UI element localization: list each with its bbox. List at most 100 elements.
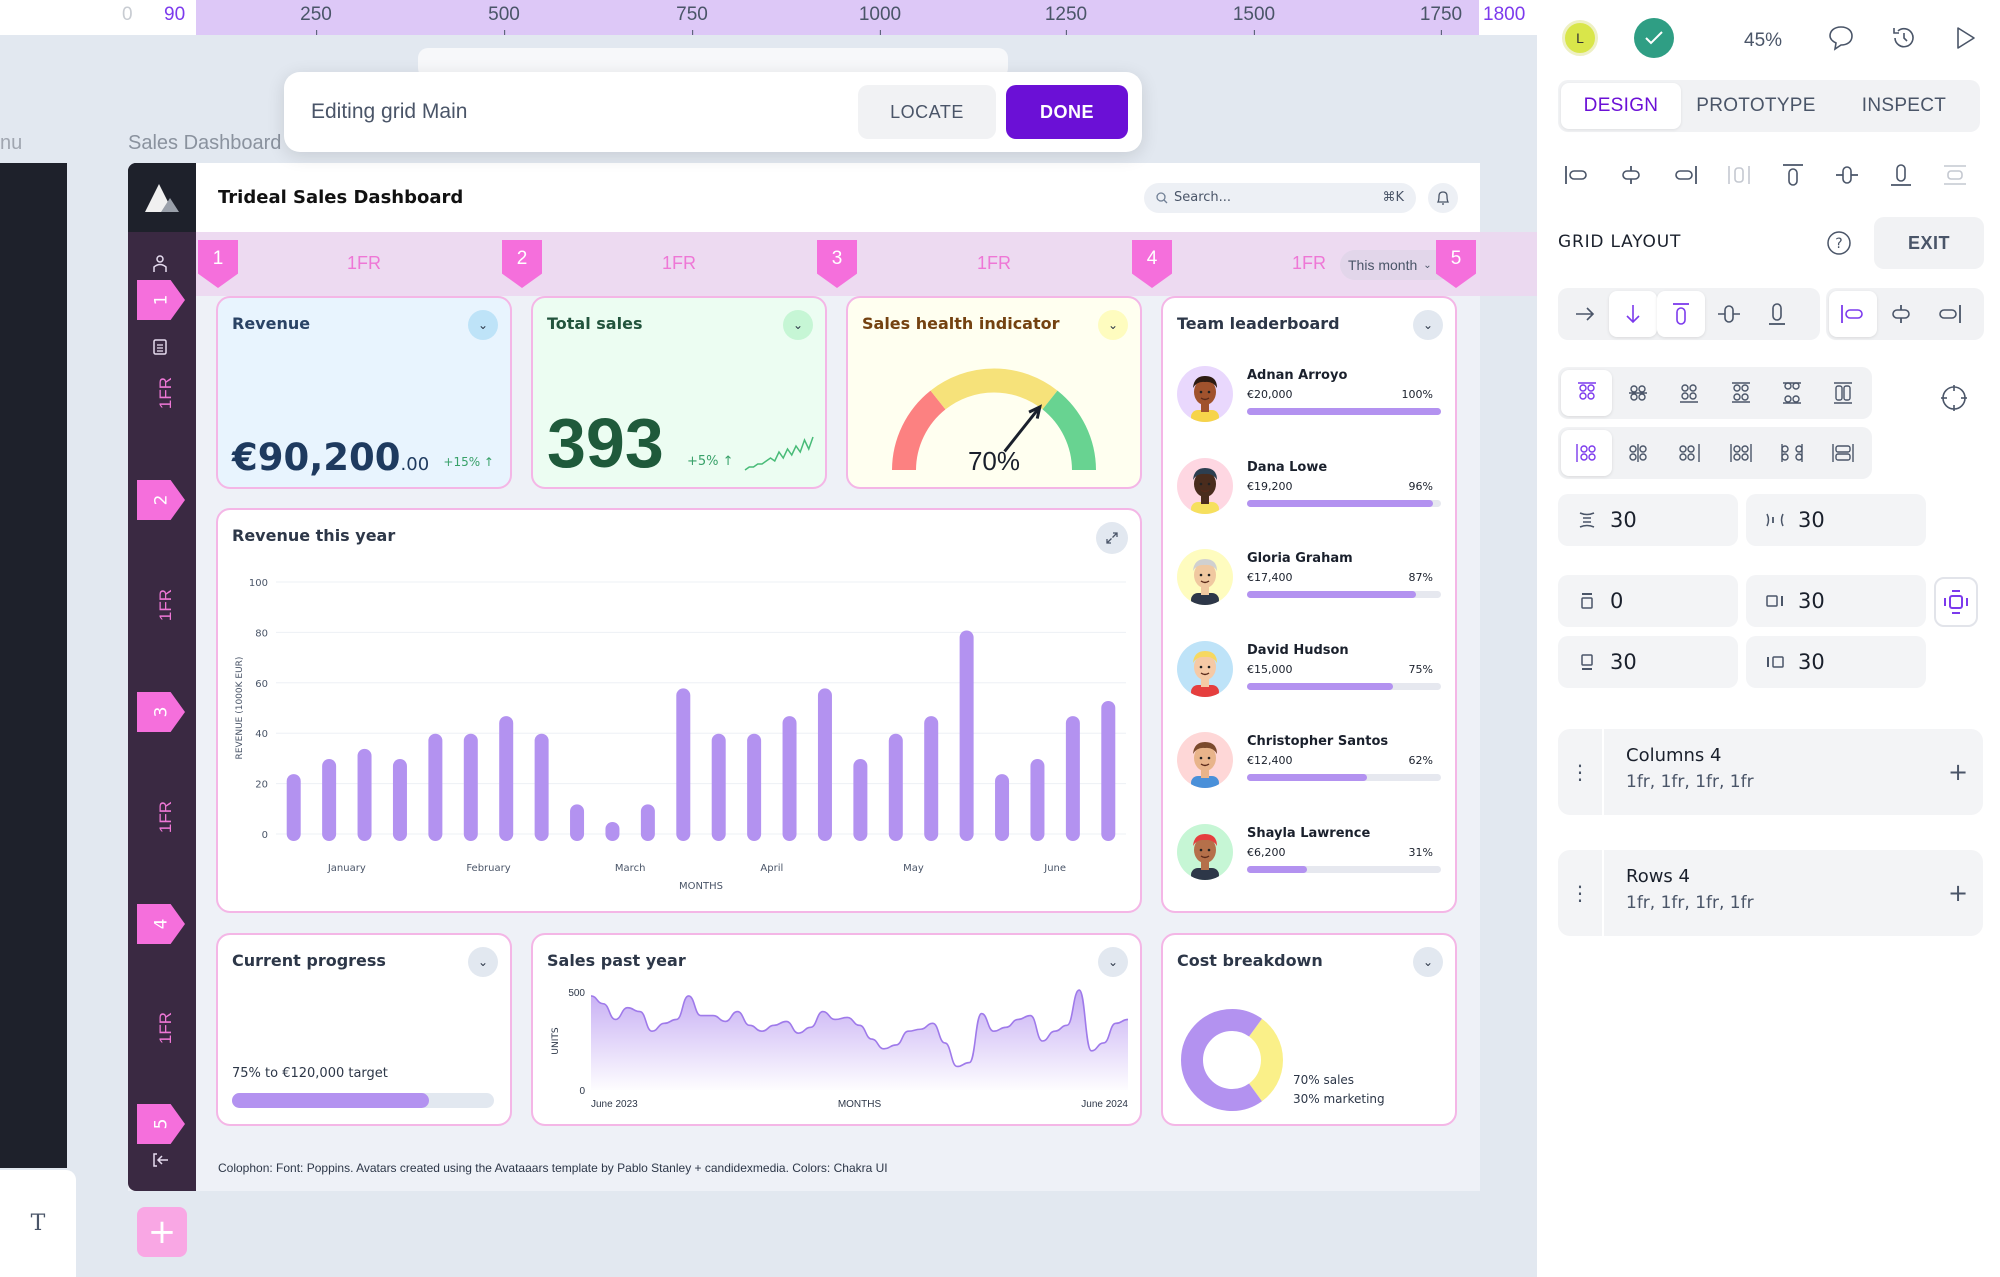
card-menu-button[interactable]: ⌄ (1413, 310, 1443, 340)
exit-grid-button[interactable]: EXIT (1874, 217, 1984, 269)
search-input[interactable]: Search... ⌘K (1144, 182, 1416, 213)
padding-top-field[interactable]: 0 (1558, 575, 1738, 627)
revenue-card[interactable]: Revenue ⌄ €90,200.00 +15% ↑ (216, 296, 512, 489)
tab-inspect[interactable]: INSPECT (1831, 83, 1977, 129)
history-icon[interactable] (1890, 24, 1918, 52)
frame-label-menu[interactable]: nu (0, 132, 22, 155)
add-row-button[interactable]: + (137, 1207, 187, 1257)
justify-content-end-button[interactable] (1664, 430, 1715, 476)
locate-button[interactable]: LOCATE (858, 85, 996, 139)
justify-content-space-around-button[interactable] (1766, 430, 1817, 476)
card-menu-button[interactable]: ⌄ (468, 310, 498, 340)
period-select[interactable]: This month ⌄ (1340, 250, 1452, 280)
add-column-button[interactable]: + (1933, 729, 1983, 815)
add-row-button[interactable]: + (1933, 850, 1983, 936)
logout-icon[interactable] (152, 1152, 170, 1172)
distribute-h-icon[interactable] (1712, 155, 1766, 195)
collaborator-avatar[interactable] (1634, 18, 1674, 58)
align-content-space-between-button[interactable] (1715, 370, 1766, 416)
column-gap-field[interactable]: 30 (1746, 494, 1926, 546)
user-icon[interactable] (152, 255, 168, 277)
leaderboard-item[interactable]: David Hudson €15,000 75% (1177, 640, 1441, 711)
leaderboard-item[interactable]: Shayla Lawrence €6,200 31% (1177, 823, 1441, 894)
total-sales-card[interactable]: Total sales ⌄ 393 +5% ↑ (531, 296, 827, 489)
justify-content-space-between-button[interactable] (1715, 430, 1766, 476)
rows-values[interactable]: 1fr, 1fr, 1fr, 1fr (1626, 893, 1933, 913)
leaderboard-item[interactable]: Christopher Santos €12,400 62% (1177, 732, 1441, 802)
done-button[interactable]: DONE (1006, 85, 1128, 139)
leaderboard-item[interactable]: Gloria Graham €17,400 87% (1177, 549, 1441, 619)
comment-icon[interactable] (1827, 24, 1855, 52)
leaderboard-item[interactable]: Adnan Arroyo €20,000 100% (1177, 366, 1441, 436)
grid-column-size[interactable]: 1FR (662, 253, 696, 274)
play-icon[interactable] (1952, 24, 1978, 52)
user-avatar[interactable]: L (1562, 20, 1598, 56)
grid-row-size[interactable]: 1FR (156, 801, 176, 833)
align-content-start-button[interactable] (1561, 370, 1613, 416)
leaderboard-card[interactable]: Team leaderboard ⌄ Adnan Arroyo €20,000 … (1161, 296, 1457, 913)
revenue-year-card[interactable]: Revenue this year 0 20 40 60 80 100 January Feb… (216, 508, 1142, 913)
direction-column-button[interactable] (1609, 291, 1657, 337)
independent-padding-toggle[interactable] (1934, 577, 1978, 627)
align-bottom-icon[interactable] (1874, 155, 1928, 195)
rows-menu-icon[interactable]: ⋮ (1558, 850, 1604, 936)
dashboard-title: Trideal Sales Dashboard (218, 187, 464, 208)
justify-content-start-button[interactable] (1561, 430, 1613, 476)
leaderboard-item[interactable]: Dana Lowe €19,200 96% (1177, 457, 1441, 528)
align-content-center-button[interactable] (1612, 370, 1663, 416)
align-center-h-icon[interactable] (1604, 155, 1658, 195)
frame-label-dashboard[interactable]: Sales Dashboard (128, 132, 281, 155)
text-tool-button[interactable]: T (0, 1170, 76, 1277)
padding-left-field[interactable]: 30 (1746, 636, 1926, 688)
tab-design[interactable]: DESIGN (1561, 83, 1681, 129)
align-left-icon[interactable] (1550, 155, 1604, 195)
justify-center-button[interactable] (1877, 291, 1925, 337)
columns-menu-icon[interactable]: ⋮ (1558, 729, 1604, 815)
justify-start-button[interactable] (1829, 291, 1877, 337)
x-tick-label: April (760, 863, 783, 874)
member-amount: €17,400 (1247, 571, 1293, 584)
align-items-start-button[interactable] (1657, 291, 1705, 337)
x-tick-label: January (327, 863, 366, 874)
tab-prototype[interactable]: PROTOTYPE (1681, 83, 1831, 129)
grid-column-size[interactable]: 1FR (1292, 253, 1326, 274)
help-icon[interactable]: ? (1826, 230, 1852, 256)
card-menu-button[interactable]: ⌄ (1413, 947, 1443, 977)
crosshair-icon[interactable] (1940, 384, 1968, 412)
columns-track[interactable]: ⋮ Columns 4 1fr, 1fr, 1fr, 1fr + (1558, 729, 1983, 815)
grid-row-size[interactable]: 1FR (156, 377, 176, 409)
padding-bottom-field[interactable]: 30 (1558, 636, 1738, 688)
document-icon[interactable] (152, 338, 168, 360)
grid-row-size[interactable]: 1FR (156, 1012, 176, 1044)
distribute-v-icon[interactable] (1928, 155, 1982, 195)
padding-right-field[interactable]: 30 (1746, 575, 1926, 627)
align-content-stretch-button[interactable] (1818, 370, 1869, 416)
align-content-space-around-button[interactable] (1766, 370, 1817, 416)
align-right-icon[interactable] (1658, 155, 1712, 195)
columns-values[interactable]: 1fr, 1fr, 1fr, 1fr (1626, 772, 1933, 792)
justify-content-stretch-button[interactable] (1818, 430, 1869, 476)
justify-end-button[interactable] (1925, 291, 1973, 337)
direction-row-button[interactable] (1561, 291, 1609, 337)
grid-column-size[interactable]: 1FR (347, 253, 381, 274)
menu-frame[interactable] (0, 163, 67, 1168)
card-menu-button[interactable]: ⌄ (468, 947, 498, 977)
grid-row-size[interactable]: 1FR (156, 589, 176, 621)
grid-column-size[interactable]: 1FR (977, 253, 1011, 274)
row-gap-field[interactable]: 30 (1558, 494, 1738, 546)
sales-past-year-card[interactable]: Sales past year ⌄ 0 500 June 2023 June 2024… (531, 933, 1142, 1126)
justify-content-center-button[interactable] (1612, 430, 1663, 476)
align-content-end-button[interactable] (1664, 370, 1715, 416)
align-items-center-button[interactable] (1705, 291, 1753, 337)
cost-breakdown-card[interactable]: Cost breakdown ⌄ 70% sales 30% marketing (1161, 933, 1457, 1126)
align-items-end-button[interactable] (1753, 291, 1801, 337)
sales-health-card[interactable]: Sales health indicator ⌄ 70% (846, 296, 1142, 489)
align-top-icon[interactable] (1766, 155, 1820, 195)
progress-card[interactable]: Current progress ⌄ 75% to €120,000 targe… (216, 933, 512, 1126)
zoom-level[interactable]: 45% (1744, 30, 1782, 52)
card-menu-button[interactable]: ⌄ (783, 310, 813, 340)
rows-track[interactable]: ⋮ Rows 4 1fr, 1fr, 1fr, 1fr + (1558, 850, 1983, 936)
notifications-button[interactable] (1428, 182, 1458, 213)
align-middle-icon[interactable] (1820, 155, 1874, 195)
card-menu-button[interactable]: ⌄ (1098, 310, 1128, 340)
